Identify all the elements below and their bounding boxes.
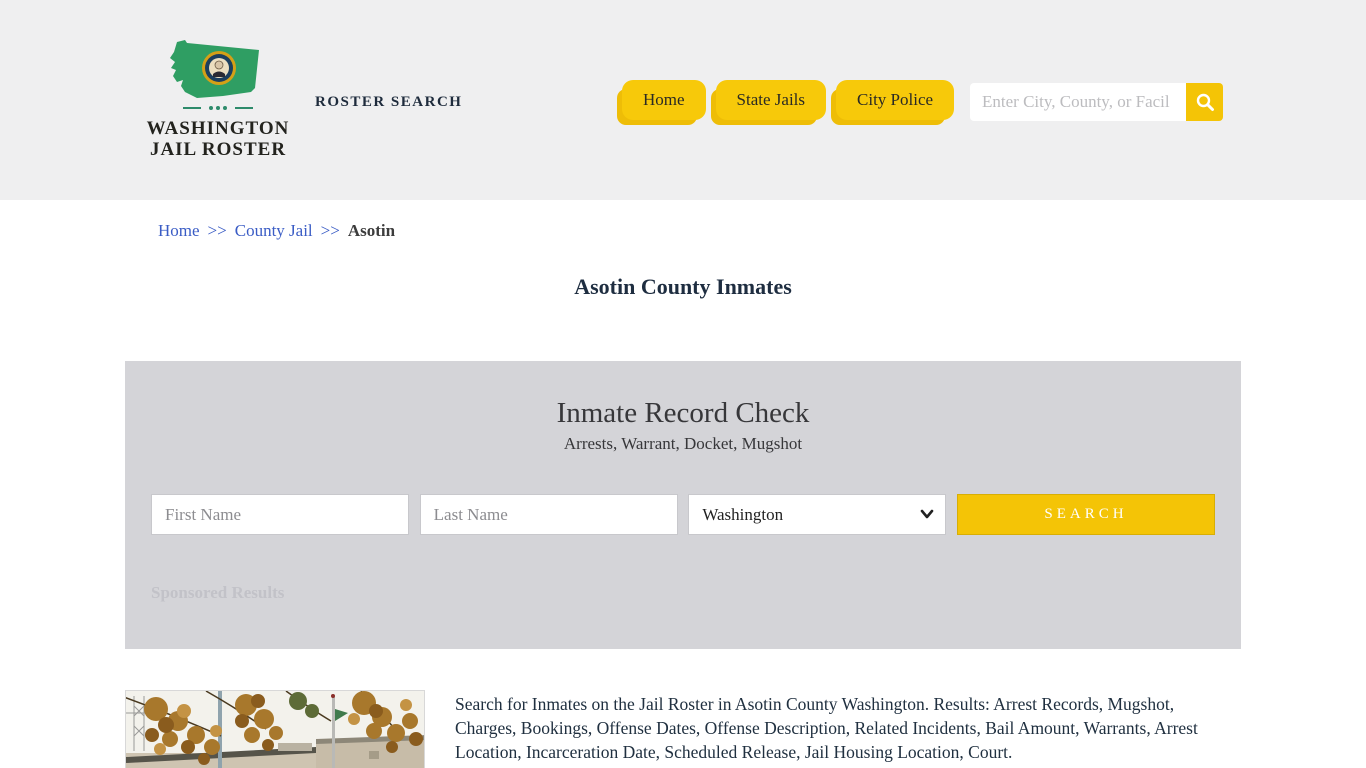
panel-subtitle: Arrests, Warrant, Docket, Mugshot: [563, 434, 803, 453]
last-name-input[interactable]: [419, 494, 678, 535]
site-label: ROSTER SEARCH: [315, 94, 463, 110]
breadcrumb-separator: >>: [320, 221, 340, 240]
header: WASHINGTON JAIL ROSTER ROSTER SEARCH Hom…: [0, 0, 1366, 200]
nav-state-jails-button[interactable]: State Jails: [715, 80, 827, 120]
state-select-wrap: Washington: [688, 494, 947, 535]
site-logo[interactable]: WASHINGTON JAIL ROSTER: [138, 40, 298, 164]
inmate-record-check-panel: Inmate Record Check Arrests, Warrant, Do…: [125, 361, 1241, 649]
page: WASHINGTON JAIL ROSTER ROSTER SEARCH Hom…: [0, 0, 1366, 768]
breadcrumb-current: Asotin: [347, 221, 396, 240]
washington-state-logo-icon: [170, 40, 259, 110]
panel-title: Inmate Record Check: [556, 397, 810, 429]
header-search: [970, 83, 1223, 121]
about-text: Search for Inmates on the Jail Roster in…: [455, 694, 1198, 762]
search-icon: [1196, 93, 1214, 111]
breadcrumb-separator: >>: [207, 221, 227, 240]
logo-text-line1: WASHINGTON: [146, 118, 290, 139]
breadcrumb-county-jail-link[interactable]: County Jail: [235, 221, 313, 240]
breadcrumb-home-link[interactable]: Home: [158, 221, 200, 240]
facility-search-button[interactable]: [1186, 83, 1223, 121]
record-check-form: Washington SEARCH: [151, 494, 1215, 535]
breadcrumb: Home >> County Jail >> Asotin: [158, 221, 395, 241]
main-nav: Home State Jails City Police: [622, 80, 955, 120]
nav-home-button[interactable]: Home: [622, 80, 706, 120]
nav-city-police-button[interactable]: City Police: [836, 80, 955, 120]
jail-building-photo: [125, 690, 425, 768]
about-section: Search for Inmates on the Jail Roster in…: [125, 690, 1241, 768]
facility-search-input[interactable]: [970, 83, 1186, 121]
jail-photo-image: [126, 691, 424, 768]
sponsored-results-label: Sponsored Results: [151, 583, 285, 602]
logo-text-line2: JAIL ROSTER: [149, 139, 287, 160]
state-select[interactable]: Washington: [688, 494, 947, 535]
record-search-button[interactable]: SEARCH: [956, 494, 1215, 535]
page-title: Asotin County Inmates: [574, 274, 792, 299]
first-name-input[interactable]: [151, 494, 409, 535]
